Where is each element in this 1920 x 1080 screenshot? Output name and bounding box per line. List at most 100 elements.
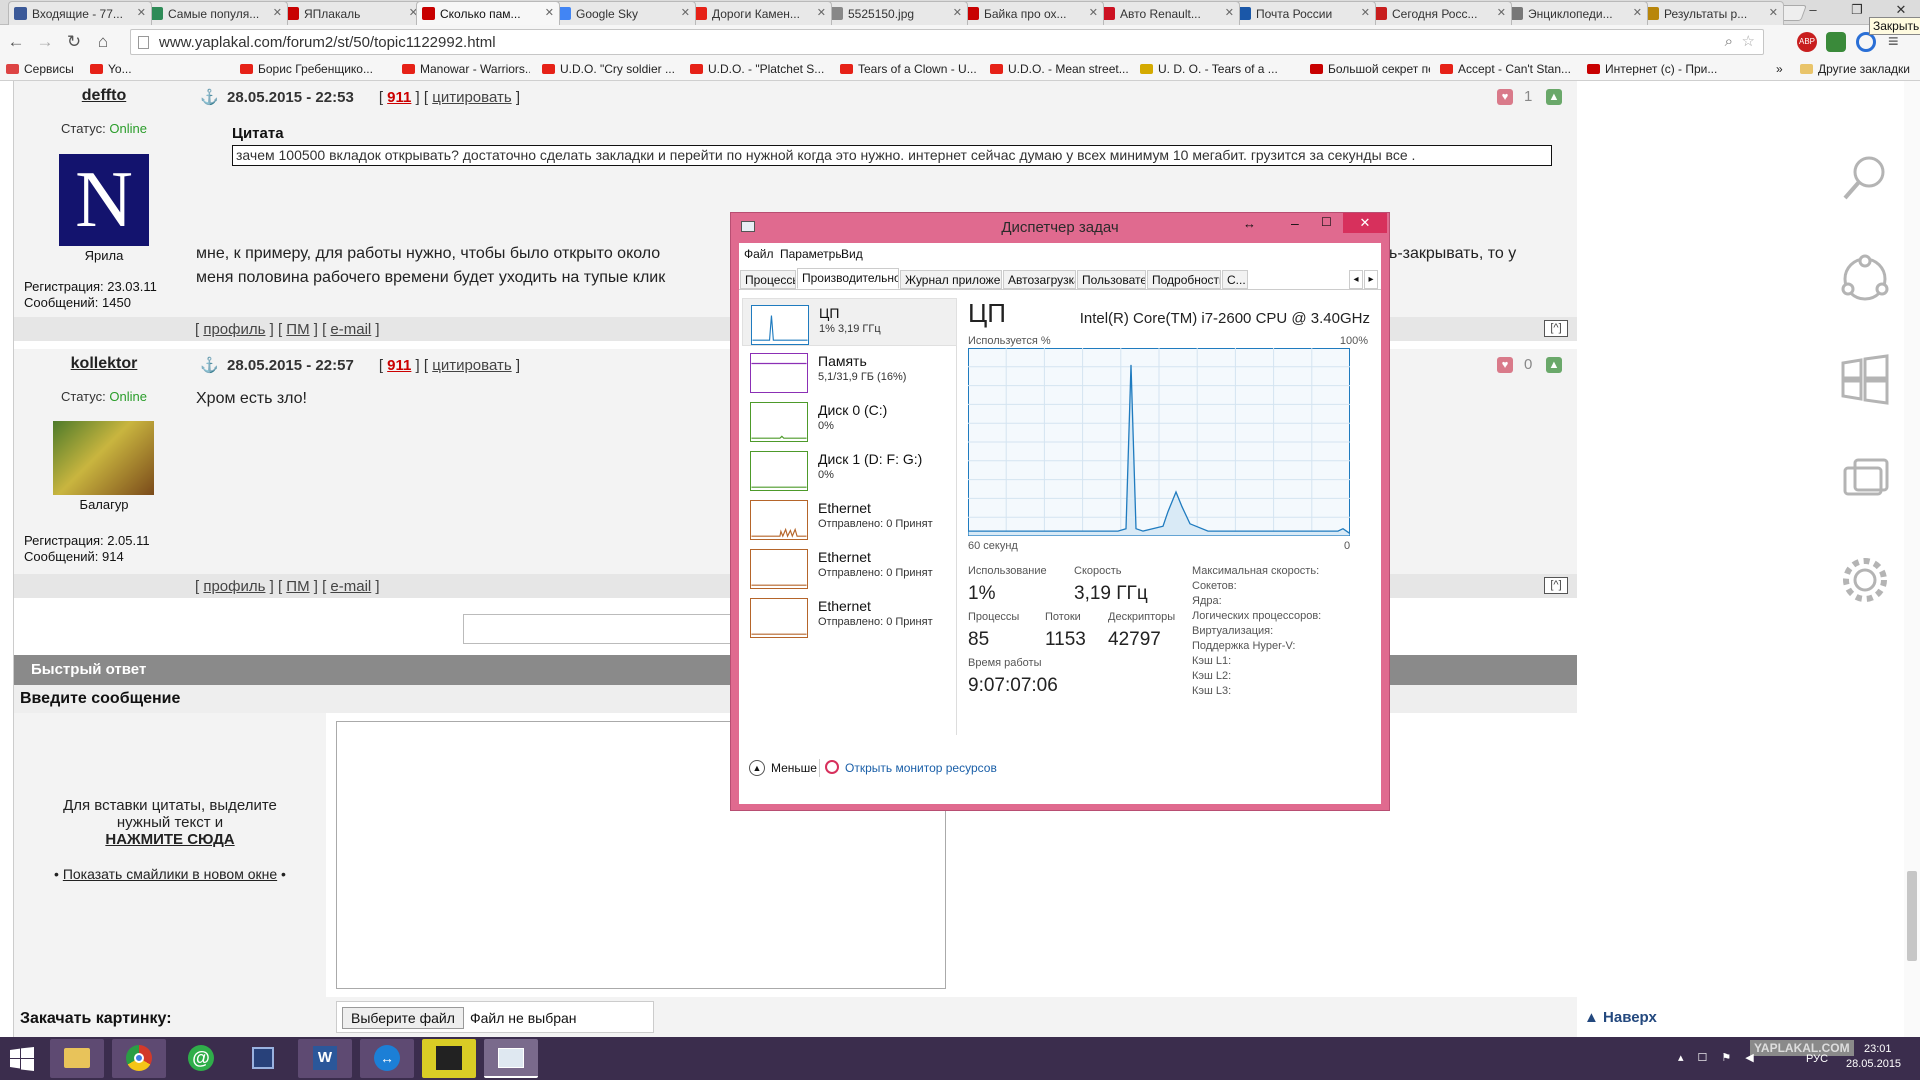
profile-link[interactable]: профиль [203,321,265,338]
scrollbar-thumb[interactable] [1907,871,1917,961]
browser-tab[interactable]: Самые популя... ✕ [144,1,288,25]
resource-item[interactable]: Диск 0 (C:) 0% [742,396,957,444]
open-resource-monitor-link[interactable]: Открыть монитор ресурсов [845,761,997,775]
bookmark-item[interactable]: Сервисы [6,62,74,76]
email-link[interactable]: e-mail [330,578,371,595]
browser-tab[interactable]: Входящие - 77... ✕ [8,1,152,25]
bookmark-item[interactable]: Yo... [90,62,132,76]
vote-down-icon[interactable]: ♥ [1497,89,1513,105]
email-link[interactable]: e-mail [330,321,371,338]
tab-scroll-left[interactable]: ◂ [1349,270,1363,289]
sync-icon[interactable] [1856,32,1876,52]
tab-close-icon[interactable]: ✕ [817,6,826,19]
report-911-link[interactable]: 911 [387,89,411,106]
keyboard-language[interactable]: РУС [1806,1053,1828,1065]
word-icon[interactable]: W [298,1039,352,1078]
teamviewer-icon[interactable]: ↔ [360,1039,414,1078]
page-scrollbar[interactable] [1904,81,1920,1037]
minimize-window-button[interactable]: ‒ [1798,0,1828,20]
browser-tab[interactable]: ЯПлакаль ✕ [280,1,424,25]
pm-link[interactable]: ПМ [286,578,309,595]
menu-item[interactable]: Параметры [780,247,844,261]
adblock-icon[interactable]: ABP [1797,32,1817,52]
post-author[interactable]: deffto [14,87,194,105]
browser-tab[interactable]: 5525150.jpg ✕ [824,1,968,25]
tab-close-icon[interactable]: ✕ [1361,6,1370,19]
vote-up-icon[interactable]: ▲ [1546,89,1562,105]
clock-date[interactable]: 28.05.2015 [1846,1058,1901,1070]
menu-item[interactable]: Файл [744,247,774,261]
share-charm-icon[interactable] [1839,253,1891,305]
tab-close-icon[interactable]: ✕ [137,6,146,19]
bookmark-item[interactable]: U.D.O. - "Platchet S... [690,62,824,76]
minimize-button[interactable]: – [1291,215,1299,231]
vote-down-icon[interactable]: ♥ [1497,357,1513,373]
resize-icon[interactable]: ↔ [1243,216,1256,231]
quote-link[interactable]: цитировать [432,89,511,106]
tab-close-icon[interactable]: ✕ [273,6,282,19]
tab-item[interactable]: Процессы [740,270,796,289]
tab-close-icon[interactable]: ✕ [1497,6,1506,19]
back-button[interactable]: ← [5,31,27,53]
menu-item[interactable]: Вид [841,247,863,261]
browser-tab[interactable]: Энциклопеди... ✕ [1504,1,1648,25]
tab-close-icon[interactable]: ✕ [545,6,554,19]
scroll-up-button[interactable]: [^] [1544,577,1568,594]
bookmark-item[interactable]: Accept - Can't Stan... [1440,62,1571,76]
user-avatar[interactable]: N [59,154,149,246]
browser-tab[interactable]: Сегодня Росс... ✕ [1368,1,1512,25]
tray-icons[interactable]: ▴☐⚑◀ [1678,1051,1768,1064]
tab-close-icon[interactable]: ✕ [1633,6,1642,19]
other-bookmarks-folder[interactable]: Другие закладки [1800,62,1910,76]
anchor-icon[interactable]: ⚓ [200,357,219,374]
resource-item[interactable]: ЦП 1% 3,19 ГГц [742,298,957,346]
chrome-icon[interactable] [112,1039,166,1078]
bookmark-item[interactable]: Борис Гребенщико... [240,62,373,76]
settings-charm-icon[interactable] [1839,554,1891,606]
tab-close-icon[interactable]: ✕ [681,6,690,19]
search-charm-icon[interactable] [1839,152,1891,204]
bookmark-item[interactable]: U.D.O. - Mean street... [990,62,1128,76]
tab-item[interactable]: Автозагрузка [1003,270,1076,289]
resource-item[interactable]: Диск 1 (D: F: G:) 0% [742,445,957,493]
tab-performance[interactable]: Производительность [797,268,899,289]
page-jump-input[interactable] [463,614,743,644]
report-911-link[interactable]: 911 [387,357,411,374]
start-button-icon[interactable] [10,1047,34,1071]
insert-quote-link[interactable]: НАЖМИТЕ СЮДА [14,831,326,848]
extension-icon[interactable] [1826,32,1846,52]
bookmark-item[interactable]: Manowar - Warriors... [402,62,530,76]
task-manager-taskbar-icon[interactable] [484,1039,538,1078]
tab-scroll-right[interactable]: ▸ [1364,270,1378,289]
bookmark-item[interactable]: U.D.O. "Cry soldier ... [542,62,675,76]
user-avatar[interactable] [53,421,154,495]
bookmark-item[interactable]: Большой секрет пе... [1310,62,1430,76]
tab-item[interactable]: Пользователи [1077,270,1146,289]
fewer-details-icon[interactable]: ▲ [749,760,765,776]
scroll-up-button[interactable]: [^] [1544,320,1568,337]
bookmarks-overflow-chevron[interactable]: » [1776,62,1783,76]
clock-time[interactable]: 23:01 [1864,1043,1892,1055]
browser-tab[interactable]: Почта России ✕ [1232,1,1376,25]
tab-close-icon[interactable]: ✕ [1089,6,1098,19]
close-button[interactable]: ✕ [1343,213,1387,233]
file-explorer-icon[interactable] [50,1039,104,1078]
show-smilies-link[interactable]: Показать смайлики в новом окне [63,866,277,882]
back-to-top-link[interactable]: ▲ Наверх [1584,1009,1657,1026]
mail-agent-icon[interactable]: @ [174,1039,228,1078]
browser-tab[interactable]: Сколько пам... ✕ [416,1,560,25]
home-button[interactable]: ⌂ [92,31,114,53]
tab-item[interactable]: Журнал приложений [900,270,1002,289]
browser-tab[interactable]: Авто Renault... ✕ [1096,1,1240,25]
search-icon[interactable]: ⌕ [1725,33,1733,50]
anchor-icon[interactable]: ⚓ [200,89,219,106]
bookmark-star-icon[interactable]: ☆ [1742,32,1755,50]
network-tool-icon[interactable] [236,1039,290,1078]
pm-link[interactable]: ПМ [286,321,309,338]
tab-close-icon[interactable]: ✕ [1769,6,1778,19]
resource-item[interactable]: Ethernet Отправлено: 0 Принят [742,494,957,542]
tab-close-icon[interactable]: ✕ [953,6,962,19]
quote-link[interactable]: цитировать [432,357,511,374]
bookmark-item[interactable]: Tears of a Clown - U... [840,62,977,76]
browser-tab[interactable]: Результаты р... ✕ [1640,1,1784,25]
